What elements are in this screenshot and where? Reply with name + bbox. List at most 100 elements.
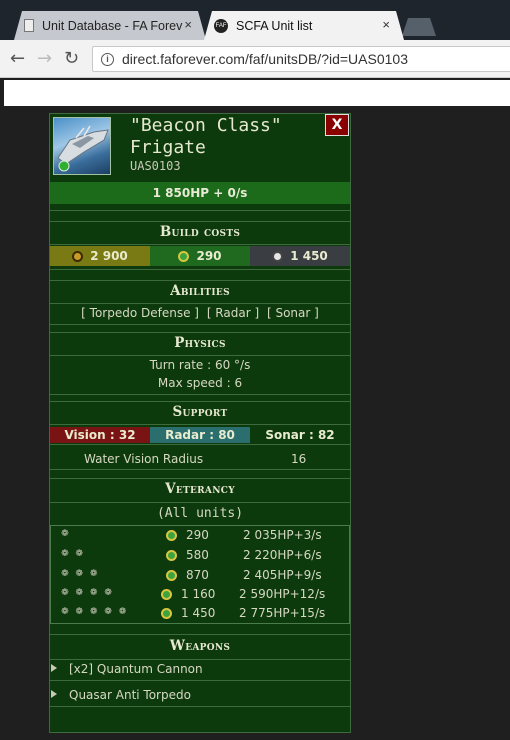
- expand-arrow-icon[interactable]: [51, 664, 57, 672]
- divider: [50, 244, 350, 245]
- browser-tab-bar: Unit Database - FA Forev × FAF SCFA Unit…: [0, 0, 510, 40]
- energy-icon: [178, 250, 190, 262]
- ability-item: [ Radar ]: [206, 306, 260, 320]
- unit-name-line1: "Beacon Class": [130, 115, 282, 136]
- tab-scfa-unit-list[interactable]: FAF SCFA Unit list ×: [204, 11, 404, 40]
- weapon-item[interactable]: Quasar Anti Torpedo: [50, 688, 350, 706]
- veterancy-row: ❁ ❁ ❁ ❁ 1 160 2 590HP+12/s: [51, 585, 349, 605]
- divider: [50, 269, 350, 270]
- tab-title: SCFA Unit list: [236, 18, 313, 33]
- divider: [50, 502, 350, 503]
- time-cost-value: 1 450: [290, 249, 328, 263]
- mass-icon: [161, 589, 172, 600]
- tab-unit-database[interactable]: Unit Database - FA Forev ×: [14, 11, 206, 40]
- unit-name-line2: Frigate: [130, 137, 206, 158]
- veterancy-hp: 2 035HP+3/s: [243, 528, 322, 542]
- radar-stat: Radar : 80: [150, 427, 250, 443]
- max-speed: Max speed : 6: [157, 376, 243, 390]
- vision-stat: Vision : 32: [50, 427, 150, 443]
- veterancy-title: Veterancy: [165, 481, 235, 497]
- veterancy-stars-icon: ❁: [61, 529, 71, 539]
- veterancy-stars-icon: ❁ ❁: [61, 549, 85, 559]
- mass-cost: 2 900: [50, 246, 150, 266]
- unit-thumbnail: [53, 117, 111, 175]
- build-costs-title: Build costs: [159, 224, 241, 240]
- url-text: direct.faforever.com/faf/unitsDB/?id=UAS…: [122, 51, 408, 67]
- divider: [50, 355, 350, 356]
- address-bar[interactable]: i direct.faforever.com/faf/unitsDB/?id=U…: [92, 46, 510, 72]
- energy-cost: 290: [150, 246, 250, 266]
- expand-arrow-icon[interactable]: [51, 690, 57, 698]
- mass-icon: [166, 530, 177, 541]
- abilities-title: Abilities: [170, 283, 230, 299]
- divider: [50, 478, 350, 479]
- divider: [50, 680, 350, 681]
- forward-arrow-icon[interactable]: →: [37, 48, 52, 69]
- weapon-name: [x2] Quantum Cannon: [69, 662, 203, 676]
- veterancy-stars-icon: ❁ ❁ ❁ ❁ ❁: [61, 607, 129, 617]
- veterancy-mass: 870: [186, 568, 209, 582]
- ability-item: [ Torpedo Defense ]: [81, 306, 199, 320]
- weapon-name: Quasar Anti Torpedo: [69, 688, 191, 702]
- veterancy-row: ❁ 290 2 035HP+3/s: [51, 526, 349, 546]
- physics-title: Physics: [174, 335, 226, 351]
- veterancy-hp: 2 220HP+6/s: [243, 548, 322, 562]
- mass-icon: [161, 608, 172, 619]
- divider: [50, 424, 350, 425]
- water-vision-label: Water Vision Radius: [84, 452, 204, 466]
- unit-panel: "Beacon Class" Frigate UAS0103 X 1 850HP…: [49, 113, 351, 733]
- energy-cost-value: 290: [196, 249, 222, 263]
- back-arrow-icon[interactable]: ←: [10, 48, 25, 69]
- new-tab-button[interactable]: [402, 18, 436, 36]
- faf-logo-icon: FAF: [214, 18, 228, 33]
- divider: [50, 706, 350, 707]
- close-button[interactable]: X: [325, 114, 349, 136]
- weapon-item[interactable]: [x2] Quantum Cannon: [50, 662, 350, 680]
- divider: [50, 332, 350, 333]
- unit-id: UAS0103: [130, 159, 181, 173]
- divider: [50, 303, 350, 304]
- divider: [50, 324, 350, 325]
- divider: [50, 210, 350, 211]
- turn-rate: Turn rate : 60 °/s: [149, 358, 251, 372]
- divider: [50, 280, 350, 281]
- page-header-strip: [4, 80, 510, 106]
- ability-item: [ Sonar ]: [266, 306, 319, 320]
- divider: [50, 469, 350, 470]
- document-icon: [24, 19, 34, 32]
- water-vision-value: 16: [291, 452, 307, 466]
- divider: [50, 394, 350, 395]
- veterancy-stars-icon: ❁ ❁ ❁: [61, 569, 100, 579]
- tab-title: Unit Database - FA Forev: [42, 18, 183, 33]
- reload-icon[interactable]: ↻: [64, 48, 79, 69]
- veterancy-row: ❁ ❁ ❁ 870 2 405HP+9/s: [51, 566, 349, 586]
- hp-bar: 1 850HP + 0/s: [50, 182, 350, 204]
- info-icon[interactable]: i: [101, 52, 114, 66]
- divider: [50, 634, 350, 635]
- mass-icon: [72, 250, 84, 262]
- veterancy-table: ❁ 290 2 035HP+3/s ❁ ❁ 580 2 220HP+6/s ❁ …: [50, 525, 350, 624]
- veterancy-mass: 580: [186, 548, 209, 562]
- browser-toolbar: ← → ↻ i direct.faforever.com/faf/unitsDB…: [0, 40, 510, 78]
- divider: [50, 221, 350, 222]
- mass-icon: [166, 570, 177, 581]
- support-title: Support: [172, 404, 228, 420]
- divider: [50, 444, 350, 445]
- veterancy-hp: 2 775HP+15/s: [239, 606, 326, 620]
- weapons-title: Weapons: [169, 638, 231, 654]
- veterancy-stars-icon: ❁ ❁ ❁ ❁: [61, 588, 114, 598]
- mass-icon: [166, 550, 177, 561]
- veterancy-subtitle: (All units): [156, 506, 244, 521]
- mass-cost-value: 2 900: [90, 249, 128, 263]
- clock-icon: [272, 250, 284, 262]
- tab-close-icon[interactable]: ×: [382, 17, 390, 32]
- veterancy-hp: 2 405HP+9/s: [243, 568, 322, 582]
- tab-close-icon[interactable]: ×: [184, 17, 192, 32]
- time-cost: 1 450: [250, 246, 350, 266]
- veterancy-hp: 2 590HP+12/s: [239, 587, 326, 601]
- veterancy-mass: 1 450: [181, 606, 216, 620]
- sonar-stat: Sonar : 82: [250, 427, 350, 443]
- divider: [50, 401, 350, 402]
- veterancy-mass: 1 160: [181, 587, 216, 601]
- veterancy-row: ❁ ❁ 580 2 220HP+6/s: [51, 546, 349, 566]
